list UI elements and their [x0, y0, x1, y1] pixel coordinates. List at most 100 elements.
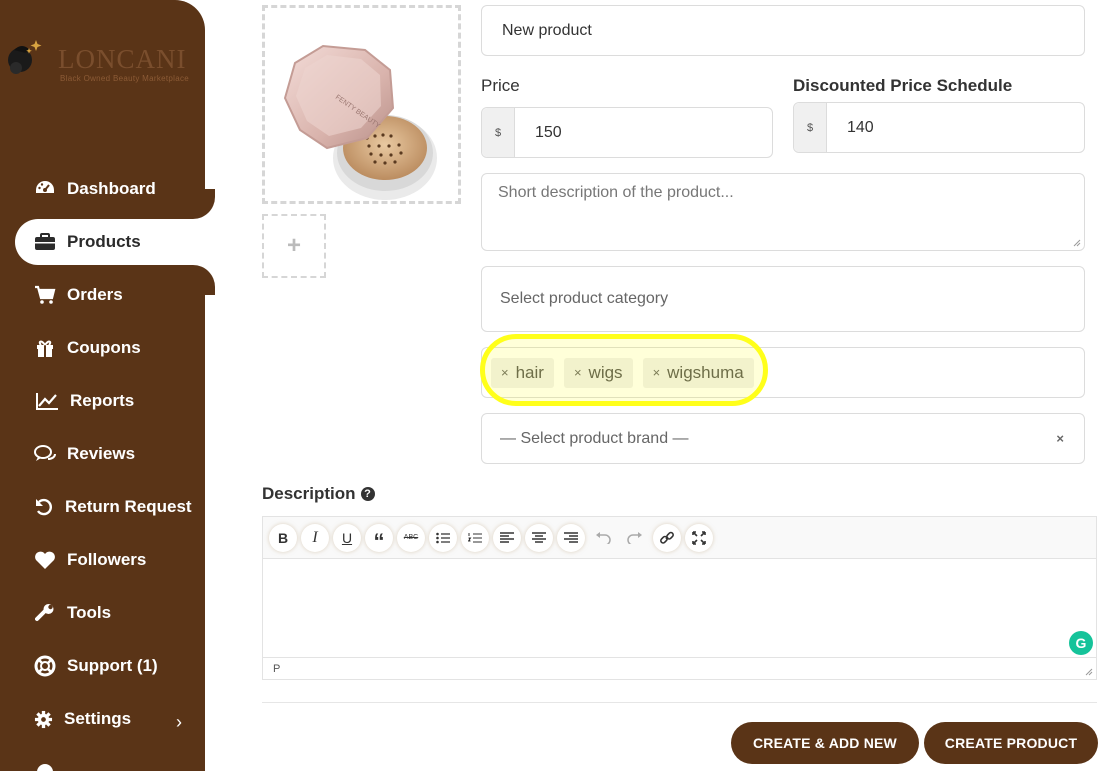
clear-brand-icon[interactable]: × [1056, 431, 1064, 446]
brand-placeholder: — Select product brand — [500, 429, 689, 447]
sidebar-item-label: Products [67, 232, 141, 251]
editor-toolbar: B I U “ ABC [263, 517, 1096, 559]
gauge-icon [34, 178, 56, 200]
bullet-list-button[interactable] [429, 523, 457, 552]
link-icon [660, 531, 674, 544]
sidebar-item-coupons[interactable]: Coupons [34, 328, 141, 368]
sidebar-item-label: Reviews [67, 444, 136, 463]
discount-price-input[interactable]: $ 140 [793, 102, 1085, 153]
brand-logo[interactable]: LONCANI Black Owned Beauty Marketplace [2, 34, 202, 90]
align-left-button[interactable] [493, 523, 521, 552]
bullet-list-icon [436, 532, 450, 543]
sidebar-item-label: Followers [67, 550, 147, 569]
sidebar-item-reviews[interactable]: Reviews [34, 434, 135, 474]
sidebar-item-label: Coupons [67, 338, 141, 357]
product-category-select[interactable]: Select product category [481, 266, 1085, 332]
sidebar-item-label: Settings [64, 709, 132, 728]
sidebar-item-label: Orders [67, 285, 123, 304]
underline-button[interactable]: U [333, 523, 361, 552]
currency-addon: $ [482, 108, 515, 157]
product-title-input[interactable]: New product [481, 5, 1085, 56]
sidebar-item-label: Dashboard [67, 179, 156, 198]
grammarly-icon[interactable]: G [1069, 631, 1093, 655]
product-image-dropzone[interactable]: FENTY BEAUTY [262, 5, 461, 204]
sidebar-item-tools[interactable]: Tools [34, 593, 111, 633]
align-right-icon [564, 531, 578, 543]
align-center-button[interactable] [525, 523, 553, 552]
discount-price-label: Discounted Price Schedule [793, 76, 1013, 95]
add-gallery-image-button[interactable]: + [262, 214, 326, 278]
discount-price-value: 140 [847, 118, 874, 136]
price-input[interactable]: $ 150 [481, 107, 773, 158]
undo-arrow-icon [596, 531, 611, 544]
redo-arrow-icon [627, 531, 642, 544]
category-placeholder: Select product category [500, 290, 669, 307]
fullscreen-button[interactable] [685, 523, 713, 552]
undo-icon [34, 496, 54, 518]
description-label: Description [262, 484, 356, 503]
active-tab-curve-bottom [185, 265, 215, 295]
element-path: P [273, 662, 281, 675]
currency-addon: $ [794, 103, 827, 152]
align-right-button[interactable] [557, 523, 585, 552]
description-heading: Description ? [262, 484, 375, 504]
active-tab-curve-top [185, 189, 215, 219]
help-circle-icon [34, 761, 56, 771]
wrench-icon [34, 602, 56, 624]
sidebar-item-followers[interactable]: Followers [34, 540, 146, 580]
short-description-placeholder: Short description of the product... [498, 184, 734, 201]
gift-icon [34, 337, 56, 359]
align-center-icon [532, 531, 546, 543]
price-label: Price [481, 76, 520, 95]
sidebar-item-orders[interactable]: Orders [34, 275, 123, 315]
resize-handle-icon[interactable] [1085, 668, 1093, 676]
editor-statusbar: P [263, 657, 1096, 679]
comments-icon [34, 443, 56, 465]
plus-icon: + [286, 232, 301, 259]
blockquote-button[interactable]: “ [365, 523, 393, 554]
briefcase-icon [34, 231, 56, 253]
numbered-list-icon [468, 532, 482, 542]
sidebar-item-products[interactable]: Products [34, 222, 141, 262]
gear-icon [34, 708, 53, 730]
chevron-right-icon[interactable]: › [176, 712, 182, 733]
cart-icon [34, 284, 56, 306]
description-editor: B I U “ ABC G P [262, 516, 1097, 680]
short-description-textarea[interactable]: Short description of the product... [481, 173, 1085, 251]
heart-icon [34, 549, 56, 571]
resize-handle-icon[interactable] [1073, 239, 1081, 247]
logo-mark-icon [8, 40, 42, 74]
sidebar-item-label: Return Request [65, 497, 192, 516]
fullscreen-icon [692, 530, 706, 545]
help-icon[interactable]: ? [360, 487, 375, 501]
redo-button[interactable] [621, 524, 649, 552]
tag-highlight-annotation [480, 334, 768, 406]
sidebar-item-settings[interactable]: Settings [34, 699, 131, 739]
undo-button[interactable] [589, 524, 617, 552]
sidebar-item-label: Support (1) [67, 656, 158, 675]
sidebar-item-label: Reports [70, 391, 135, 410]
sidebar-item-label: Tools [67, 603, 112, 622]
product-brand-select[interactable]: — Select product brand — × [481, 413, 1085, 464]
price-value: 150 [535, 123, 562, 141]
numbered-list-button[interactable] [461, 523, 489, 552]
sidebar-item-return-request[interactable]: Return Request [34, 487, 192, 527]
insert-link-button[interactable] [653, 523, 681, 552]
sidebar-item-reports[interactable]: Reports [34, 381, 134, 421]
lifebuoy-icon [34, 655, 56, 677]
form-divider [262, 702, 1097, 703]
product-photo: FENTY BEAUTY [283, 44, 437, 200]
create-product-button[interactable]: CREATE PRODUCT [924, 722, 1098, 764]
editor-content-area[interactable] [263, 559, 1096, 659]
bold-button[interactable]: B [269, 523, 297, 552]
italic-button[interactable]: I [301, 523, 329, 552]
create-and-add-new-button[interactable]: CREATE & ADD NEW [731, 722, 919, 764]
brand-name: LONCANI [58, 44, 187, 74]
product-title-value: New product [502, 21, 592, 39]
sidebar-item-help-partial[interactable] [34, 752, 67, 771]
sidebar-item-dashboard[interactable]: Dashboard [34, 169, 156, 209]
chart-line-icon [34, 390, 59, 412]
align-left-icon [500, 531, 514, 543]
strikethrough-button[interactable]: ABC [397, 523, 425, 552]
sidebar-item-support[interactable]: Support (1) [34, 646, 158, 686]
